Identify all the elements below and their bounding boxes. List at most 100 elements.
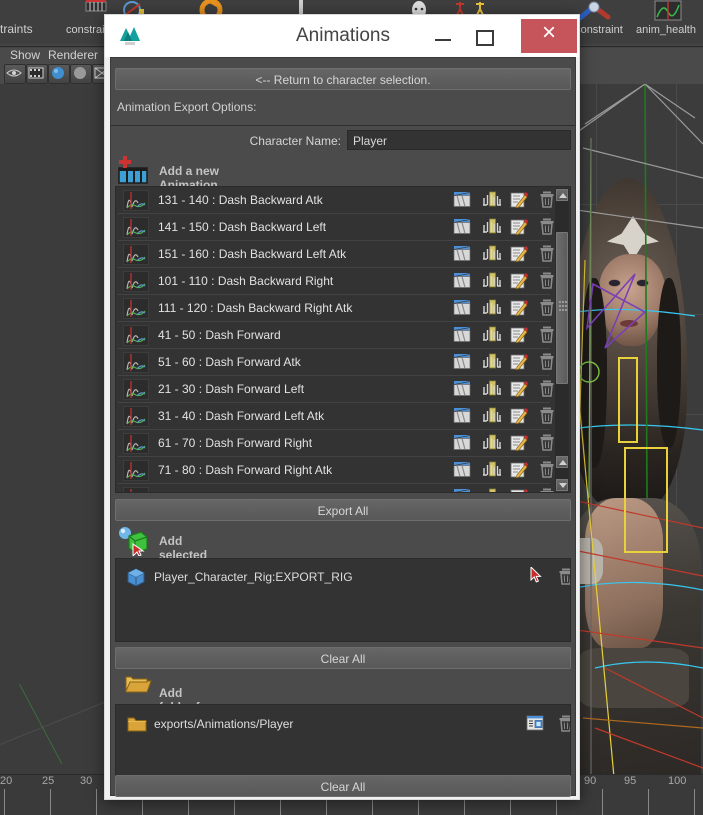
film-clapper-icon[interactable] <box>453 191 471 209</box>
sphere-grey-icon[interactable] <box>70 64 92 84</box>
film-clapper-icon[interactable] <box>453 299 471 317</box>
sphere-blue-icon[interactable] <box>48 64 70 84</box>
dialog-body: <-- Return to character selection. Anima… <box>110 57 576 797</box>
keyframes-icon[interactable] <box>482 380 501 398</box>
film-clapper-icon[interactable] <box>453 434 471 452</box>
keyframes-icon[interactable] <box>482 353 501 371</box>
folder-path: exports/Animations/Player <box>154 717 294 731</box>
edit-pencil-icon[interactable] <box>510 353 528 371</box>
wireframe-shaded-icon[interactable] <box>4 64 26 84</box>
film-clapper-icon[interactable] <box>453 461 471 479</box>
folder-row[interactable]: exports/Animations/Player <box>116 710 570 738</box>
panel-label-renderer[interactable]: Renderer <box>48 48 98 62</box>
film-icon[interactable] <box>26 64 48 84</box>
animation-row[interactable]: 61 - 70 : Dash Forward Right <box>116 430 554 457</box>
keyframes-icon[interactable] <box>482 245 501 263</box>
scrollbar-thumb[interactable] <box>556 232 568 384</box>
delete-folder-button[interactable] <box>558 715 570 732</box>
page-title: Animations <box>296 25 390 46</box>
film-clapper-icon[interactable] <box>453 353 471 371</box>
timeline-tick <box>602 789 603 815</box>
animation-label: 21 - 30 : Dash Forward Left <box>158 382 305 396</box>
animation-label: 141 - 150 : Dash Backward Left <box>158 220 327 234</box>
dialog-title-bar[interactable]: Animations <box>105 15 579 57</box>
animation-row[interactable]: 1 - 10 : Dash Left <box>116 484 554 492</box>
scroll-down-arrow-icon[interactable] <box>556 479 568 491</box>
keyframes-icon[interactable] <box>482 407 501 425</box>
edit-pencil-icon[interactable] <box>510 380 528 398</box>
timeline-tick-label: 20 <box>0 775 13 787</box>
menu-item-traints[interactable]: traints <box>0 22 33 36</box>
animation-row[interactable]: 51 - 60 : Dash Forward Atk <box>116 349 554 376</box>
timeline-tick-label: 25 <box>42 775 55 787</box>
keyframes-icon[interactable] <box>482 326 501 344</box>
timeline-tick <box>694 789 695 815</box>
film-clapper-icon[interactable] <box>453 407 471 425</box>
animation-curve-icon <box>123 271 149 292</box>
edit-pencil-icon[interactable] <box>510 407 528 425</box>
animation-row[interactable]: 101 - 110 : Dash Backward Right <box>116 268 554 295</box>
animation-label: 101 - 110 : Dash Backward Right <box>158 274 334 288</box>
edit-pencil-icon[interactable] <box>510 191 528 209</box>
add-filmstrip-icon <box>117 156 151 186</box>
animation-curve-icon <box>123 244 149 265</box>
film-clapper-icon[interactable] <box>453 218 471 236</box>
scroll-up-arrow-icon-bottom[interactable] <box>556 456 568 468</box>
delete-object-button[interactable] <box>558 568 570 585</box>
animation-row[interactable]: 21 - 30 : Dash Forward Left <box>116 376 554 403</box>
animation-row[interactable]: 111 - 120 : Dash Backward Right Atk <box>116 295 554 322</box>
film-clapper-icon[interactable] <box>453 488 471 492</box>
edit-pencil-icon[interactable] <box>510 245 528 263</box>
clear-all-folders-button[interactable]: Clear All <box>115 775 571 797</box>
film-clapper-icon[interactable] <box>453 245 471 263</box>
keyframes-icon[interactable] <box>482 488 500 492</box>
film-clapper-icon[interactable] <box>453 380 471 398</box>
section-label-export-options: Animation Export Options: <box>117 100 257 114</box>
object-row[interactable]: Player_Character_Rig:EXPORT_RIG <box>116 563 570 591</box>
keyframes-icon[interactable] <box>482 218 501 236</box>
animation-curve-icon <box>123 352 149 373</box>
close-button[interactable] <box>521 16 577 53</box>
animation-row[interactable]: 71 - 80 : Dash Forward Right Atk <box>116 457 554 484</box>
animation-row[interactable]: 131 - 140 : Dash Backward Atk <box>116 187 554 214</box>
edit-pencil-icon[interactable] <box>510 326 528 344</box>
animations-dialog[interactable]: Animations <-- Return to character selec… <box>104 14 580 800</box>
export-all-button[interactable]: Export All <box>115 499 571 521</box>
animations-list[interactable]: 131 - 140 : Dash Backward Atk 141 - 150 :… <box>115 186 571 493</box>
open-folder-icon <box>125 672 153 698</box>
edit-pencil-icon[interactable] <box>510 299 528 317</box>
animation-row[interactable]: 31 - 40 : Dash Forward Left Atk <box>116 403 554 430</box>
keyframes-icon[interactable] <box>482 272 501 290</box>
animation-row[interactable]: 151 - 160 : Dash Backward Left Atk <box>116 241 554 268</box>
keyframes-icon[interactable] <box>482 434 501 452</box>
maximize-button[interactable] <box>463 21 503 51</box>
keyframes-icon[interactable] <box>482 191 501 209</box>
scroll-up-arrow-icon[interactable] <box>556 189 568 201</box>
film-clapper-icon[interactable] <box>453 272 471 290</box>
animations-scrollbar[interactable] <box>554 187 570 492</box>
animation-curve-icon <box>123 406 149 427</box>
clear-all-objects-button[interactable]: Clear All <box>115 647 571 669</box>
edit-pencil-icon[interactable] <box>510 461 528 479</box>
keyframes-icon[interactable] <box>482 299 501 317</box>
animation-row[interactable]: 141 - 150 : Dash Backward Left <box>116 214 554 241</box>
animation-label: 131 - 140 : Dash Backward Atk <box>158 193 323 207</box>
minimize-button[interactable] <box>423 21 463 51</box>
edit-pencil-icon[interactable] <box>510 434 528 452</box>
rig-controls <box>575 84 703 774</box>
edit-pencil-icon[interactable] <box>510 488 528 492</box>
animation-label: 31 - 40 : Dash Forward Left Atk <box>158 409 325 423</box>
character-name-input[interactable]: Player <box>347 130 571 150</box>
animation-label: 71 - 80 : Dash Forward Right Atk <box>158 463 333 477</box>
edit-pencil-icon[interactable] <box>510 218 528 236</box>
folder-properties-button[interactable] <box>526 715 544 731</box>
objects-list[interactable]: Player_Character_Rig:EXPORT_RIG <box>115 558 571 642</box>
animation-row[interactable]: 41 - 50 : Dash Forward <box>116 322 554 349</box>
keyframes-icon[interactable] <box>482 461 501 479</box>
panel-label-show[interactable]: Show <box>10 48 40 62</box>
return-to-character-selection-button[interactable]: <-- Return to character selection. <box>115 68 571 90</box>
film-clapper-icon[interactable] <box>453 326 471 344</box>
animation-label: 61 - 70 : Dash Forward Right <box>158 436 313 450</box>
animation-curve-icon <box>123 325 149 346</box>
edit-pencil-icon[interactable] <box>510 272 528 290</box>
